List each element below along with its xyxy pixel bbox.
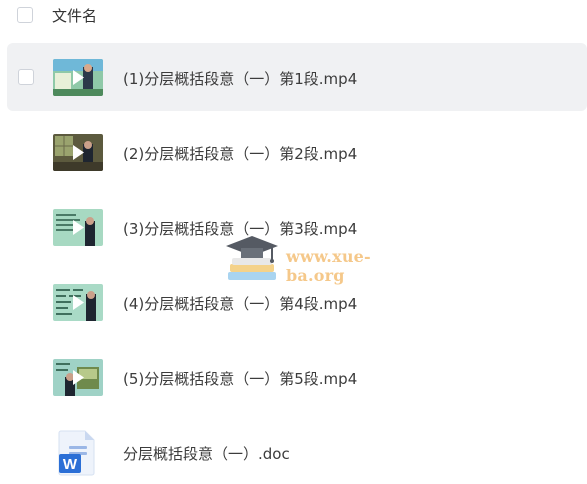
file-name[interactable]: (2)分层概括段意（一）第2段.mp4 [123, 143, 357, 164]
file-name[interactable]: (3)分层概括段意（一）第3段.mp4 [123, 218, 357, 239]
video-thumbnail-icon [53, 359, 103, 396]
file-row[interactable]: (2)分层概括段意（一）第2段.mp4 [7, 118, 587, 186]
column-title-filename[interactable]: 文件名 [52, 5, 97, 26]
word-doc-icon: W [57, 430, 97, 476]
file-list: 文件名 (1)分层概括段意（一）第1段.mp4 (2)分层概括段意（一）第2段.… [0, 0, 587, 484]
file-row[interactable]: W 分层概括段意（一）.doc [7, 418, 587, 484]
select-all-checkbox[interactable] [17, 7, 33, 23]
row-checkbox[interactable] [18, 69, 34, 85]
file-name[interactable]: (5)分层概括段意（一）第5段.mp4 [123, 368, 357, 389]
file-row[interactable]: (4)分层概括段意（一）第4段.mp4 [7, 268, 587, 336]
file-row[interactable]: (5)分层概括段意（一）第5段.mp4 [7, 343, 587, 411]
video-thumbnail-icon [53, 59, 103, 96]
file-list-header: 文件名 [0, 0, 587, 32]
file-name[interactable]: (4)分层概括段意（一）第4段.mp4 [123, 293, 357, 314]
file-name[interactable]: (1)分层概括段意（一）第1段.mp4 [123, 68, 357, 89]
file-row[interactable]: (1)分层概括段意（一）第1段.mp4 [7, 43, 587, 111]
svg-text:W: W [63, 456, 78, 473]
file-name[interactable]: 分层概括段意（一）.doc [123, 443, 290, 464]
video-thumbnail-icon [53, 134, 103, 171]
video-thumbnail-icon [53, 209, 103, 246]
file-row[interactable]: (3)分层概括段意（一）第3段.mp4 [7, 193, 587, 261]
video-thumbnail-icon [53, 284, 103, 321]
